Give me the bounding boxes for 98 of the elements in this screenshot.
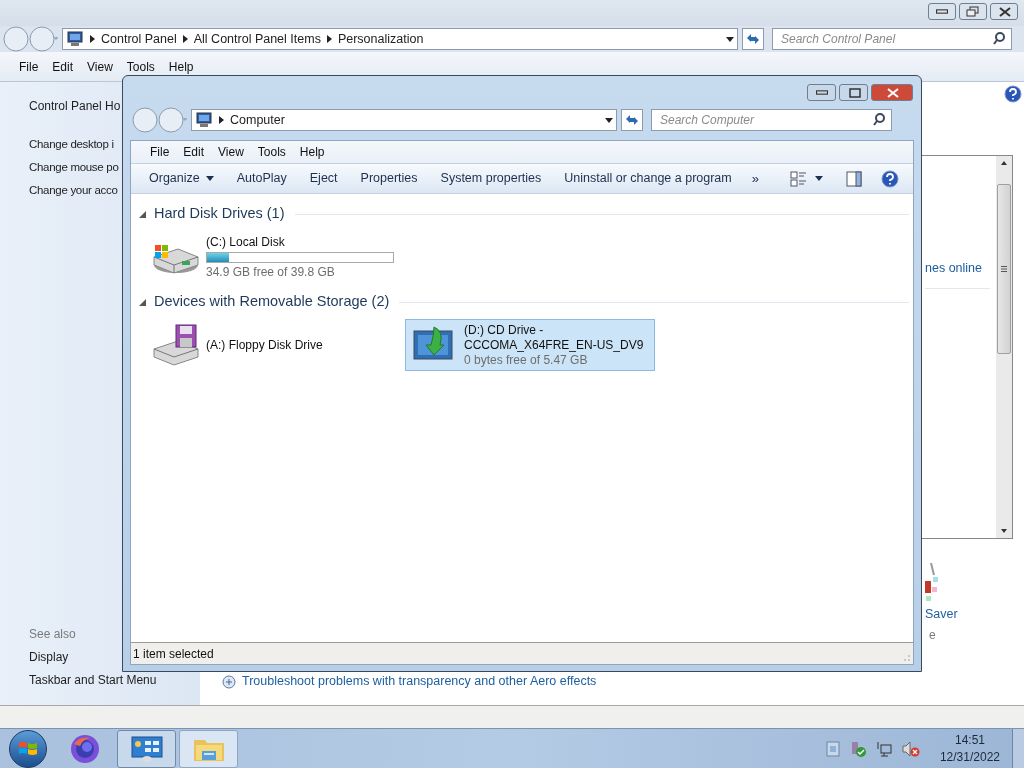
toolbar-button[interactable]: Organize	[142, 166, 221, 191]
sidebar-link[interactable]: Taskbar and Start Menu	[29, 669, 157, 692]
minimize-button[interactable]	[928, 3, 956, 20]
sidebar-link[interactable]: Change mouse po	[29, 156, 119, 179]
menu-item[interactable]: Help	[292, 143, 332, 161]
taskbar-app-button[interactable]	[117, 729, 176, 768]
close-icon	[997, 5, 1011, 18]
menu-item[interactable]: Edit	[176, 143, 212, 161]
speaker-muted-icon	[901, 740, 920, 757]
menu-item[interactable]: View	[80, 57, 120, 76]
minimize-icon	[815, 90, 828, 95]
scroll-thumb[interactable]	[997, 184, 1011, 354]
pane-icon	[846, 170, 862, 187]
floppy-drive-icon	[152, 323, 200, 367]
more-button[interactable]: »	[747, 168, 763, 189]
breadcrumb-item[interactable]: Personalization	[337, 29, 424, 49]
back-forward-icon	[131, 107, 187, 133]
search-icon	[873, 113, 885, 126]
screensaver-icon	[925, 563, 939, 603]
theme-link[interactable]: nes online	[925, 259, 996, 278]
windows-logo-icon	[18, 739, 38, 758]
sidebar-link[interactable]: Change your acco	[29, 179, 118, 202]
menu-item[interactable]: Tools	[119, 57, 162, 76]
menu-item[interactable]: Help	[161, 57, 201, 76]
toolbar-button[interactable]: Properties	[353, 166, 425, 191]
computer-icon	[66, 31, 84, 47]
toolbar-button[interactable]: Uninstall or change a program	[557, 166, 739, 191]
breadcrumb-item[interactable]: Control Panel	[101, 29, 177, 49]
scrollbar[interactable]	[996, 156, 1012, 538]
minimize-button[interactable]	[807, 84, 836, 101]
group-header[interactable]: Hard Disk Drives (1)	[154, 203, 285, 225]
maximize-button[interactable]	[839, 84, 868, 101]
start-button[interactable]	[9, 729, 47, 768]
help-icon	[881, 169, 899, 188]
menu-item[interactable]: File	[143, 143, 177, 161]
refresh-icon	[625, 114, 639, 126]
dropdown-icon	[605, 117, 613, 123]
grip-icon	[1001, 266, 1007, 272]
section-label: See also	[29, 626, 76, 643]
network-icon	[875, 740, 892, 757]
drive-name[interactable]: (C:) Local Disk	[206, 234, 392, 250]
collapse-icon	[139, 210, 146, 218]
toolbar-button[interactable]: Eject	[302, 166, 345, 191]
help-button[interactable]	[879, 167, 901, 190]
collapse-icon	[139, 298, 146, 306]
troubleshoot-link[interactable]: Troubleshoot problems with transparency and other Aero effects	[242, 672, 597, 691]
chevron-icon	[326, 35, 332, 43]
search-field[interactable]: Search Computer	[651, 109, 892, 131]
close-icon	[885, 86, 899, 99]
refresh-button[interactable]	[742, 28, 764, 50]
browser-icon	[70, 733, 100, 764]
chevron-icon	[219, 116, 224, 124]
chevron-icon	[182, 35, 188, 43]
document-icon	[825, 740, 840, 757]
search-icon	[993, 32, 1005, 45]
menu-item[interactable]: View	[211, 143, 251, 161]
drive-detail: 0 bytes free of 5.47 GB	[464, 352, 589, 368]
control-panel-icon	[130, 734, 163, 763]
sidebar-link[interactable]: Change desktop i	[29, 133, 114, 156]
caret-icon	[815, 176, 823, 181]
screensaver-status: e	[928, 626, 936, 644]
breadcrumb-item[interactable]: All Control Panel Items	[193, 29, 321, 49]
security-check-icon	[849, 740, 866, 757]
chevron-icon	[90, 35, 95, 43]
group-header[interactable]: Devices with Removable Storage (2)	[154, 291, 390, 313]
minimize-icon	[936, 9, 948, 14]
drive-tile[interactable]: (A:) Floppy Disk Drive	[147, 319, 397, 371]
clock-date[interactable]: 12/31/2022	[939, 748, 1000, 766]
views-icon	[790, 170, 807, 187]
status-text: 1 item selected	[133, 645, 214, 663]
screensaver-link[interactable]: Saver	[925, 605, 958, 624]
close-button[interactable]	[871, 84, 913, 101]
close-button[interactable]	[990, 3, 1018, 20]
menu-item[interactable]: Edit	[45, 57, 81, 76]
refresh-icon	[746, 33, 760, 45]
toolbar-button[interactable]: AutoPlay	[229, 166, 294, 191]
sidebar-link[interactable]: Control Panel Ho	[29, 97, 121, 115]
drive-detail: 34.9 GB free of 39.8 GB	[206, 264, 336, 280]
drive-name[interactable]: (D:) CD Drive - CCCOMA_X64FRE_EN-US_DV9	[464, 322, 650, 353]
maximize-icon	[846, 86, 861, 99]
drive-tile[interactable]: (D:) CD Drive - CCCOMA_X64FRE_EN-US_DV9 0 bytes free of 5.47 GB	[405, 319, 655, 371]
back-forward-icon	[2, 26, 58, 52]
restore-icon	[966, 5, 980, 18]
menu-item[interactable]: Tools	[250, 143, 293, 161]
sidebar-link[interactable]: Display	[29, 646, 69, 669]
address-bar[interactable]: Computer	[191, 109, 617, 131]
drive-name[interactable]: (A:) Floppy Disk Drive	[206, 337, 392, 353]
clock-time[interactable]: 14:51	[954, 731, 985, 749]
dropdown-icon	[726, 36, 734, 42]
restore-button[interactable]	[959, 3, 987, 20]
search-field[interactable]: Search Control Panel	[772, 28, 1012, 50]
toolbar-button[interactable]: System properties	[433, 166, 549, 191]
refresh-button[interactable]	[621, 109, 643, 131]
drive-tile[interactable]: (C:) Local Disk 34.9 GB free of 39.8 GB	[147, 231, 397, 283]
address-bar[interactable]: Control Panel All Control Panel Items Personalization	[62, 28, 738, 50]
breadcrumb-item[interactable]: Computer	[230, 110, 285, 130]
computer-icon	[195, 112, 213, 128]
menu-item[interactable]: File	[12, 57, 46, 76]
